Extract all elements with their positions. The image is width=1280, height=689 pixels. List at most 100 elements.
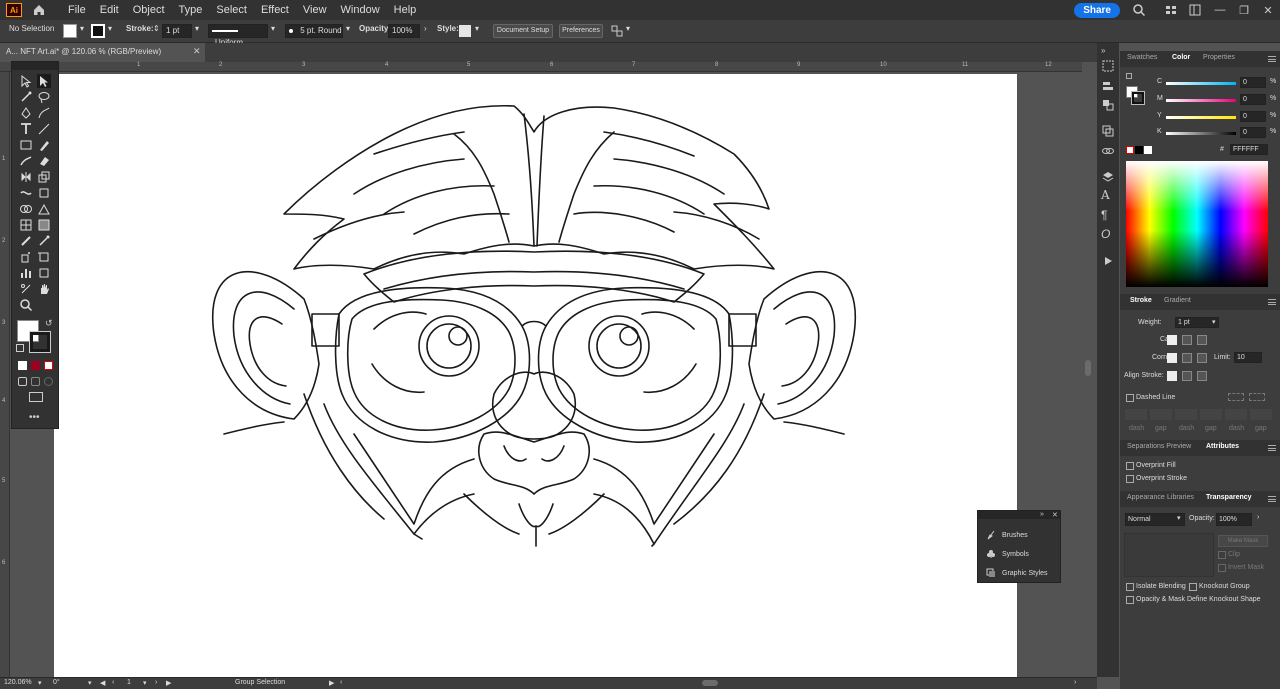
align-icon[interactable] xyxy=(1101,80,1115,94)
stepper-icon[interactable]: ⇕ xyxy=(153,24,160,33)
align-outside-icon[interactable] xyxy=(1197,371,1207,381)
home-icon[interactable] xyxy=(32,3,46,17)
selection-tool-icon[interactable] xyxy=(19,74,33,88)
menu-view[interactable]: View xyxy=(303,4,327,16)
hex-field[interactable]: FFFFFF xyxy=(1230,144,1268,155)
menu-object[interactable]: Object xyxy=(133,4,165,16)
chevron-down-icon[interactable]: ▾ xyxy=(1177,514,1181,522)
menu-select[interactable]: Select xyxy=(216,4,247,16)
butt-cap-icon[interactable] xyxy=(1167,335,1177,345)
black-swatch[interactable] xyxy=(1135,146,1143,154)
color-mode-icon[interactable] xyxy=(18,361,27,370)
round-join-icon[interactable] xyxy=(1182,353,1192,363)
gradient-mode-icon[interactable] xyxy=(31,361,40,370)
blend-tool-icon[interactable] xyxy=(37,234,51,248)
gap-field-1[interactable] xyxy=(1150,409,1172,420)
workspace-icon[interactable] xyxy=(1188,3,1202,17)
width-tool-icon[interactable] xyxy=(19,186,33,200)
type-tool-icon[interactable] xyxy=(19,122,33,136)
monkey-artwork[interactable] xyxy=(54,74,1017,677)
menu-edit[interactable]: Edit xyxy=(100,4,119,16)
align-inside-icon[interactable] xyxy=(1182,371,1192,381)
zoom-tool-icon[interactable] xyxy=(19,298,33,312)
stroke-swatch[interactable] xyxy=(91,24,105,38)
pathfinder-icon[interactable] xyxy=(1101,124,1115,138)
magenta-slider[interactable] xyxy=(1166,99,1236,102)
paragraph-icon[interactable]: ¶ xyxy=(1101,208,1115,222)
layers-icon[interactable] xyxy=(1101,170,1115,184)
stroke-color-swatch[interactable] xyxy=(29,331,51,353)
rectangle-tool-icon[interactable] xyxy=(19,138,33,152)
dash-field-2[interactable] xyxy=(1175,409,1197,420)
none-swatch[interactable] xyxy=(1126,146,1134,154)
chevron-right-icon[interactable]: › xyxy=(424,24,427,33)
panel-menu-icon[interactable] xyxy=(1268,445,1276,451)
white-swatch[interactable] xyxy=(1144,146,1152,154)
scale-tool-icon[interactable] xyxy=(37,170,51,184)
knockout-group-checkbox[interactable] xyxy=(1189,583,1197,591)
menu-type[interactable]: Type xyxy=(179,4,203,16)
limit-field[interactable]: 10 xyxy=(1234,352,1262,363)
gap-field-3[interactable] xyxy=(1250,409,1272,420)
more-tools-icon[interactable]: ••• xyxy=(29,412,40,423)
hand-tool-icon[interactable] xyxy=(37,282,51,296)
collapse-icon[interactable]: » xyxy=(1040,511,1044,518)
make-mask-button[interactable]: Make Mask xyxy=(1218,535,1268,547)
search-icon[interactable] xyxy=(1132,3,1146,17)
restore-icon[interactable]: ❐ xyxy=(1232,4,1256,17)
miter-join-icon[interactable] xyxy=(1167,353,1177,363)
bevel-join-icon[interactable] xyxy=(1197,353,1207,363)
screen-mode-icon[interactable] xyxy=(29,392,43,402)
draw-behind-icon[interactable] xyxy=(31,377,40,386)
chevron-down-icon[interactable]: ▾ xyxy=(1212,318,1216,326)
tab-appearance[interactable]: Appearance xyxy=(1127,494,1165,501)
vertical-scrollbar[interactable] xyxy=(1082,62,1094,677)
opacity-field[interactable]: 100% xyxy=(1216,513,1252,526)
gap-field-2[interactable] xyxy=(1200,409,1222,420)
document-tab[interactable]: A... NFT Art.ai* @ 120.06 % (RGB/Preview… xyxy=(0,43,205,62)
panel-stroke-swatch[interactable] xyxy=(1131,91,1145,105)
tab-transparency[interactable]: Transparency xyxy=(1206,494,1252,501)
opacity-field[interactable]: 100% xyxy=(388,24,420,38)
round-cap-icon[interactable] xyxy=(1182,335,1192,345)
chevron-down-icon[interactable]: ▾ xyxy=(108,24,112,33)
invert-mask-checkbox[interactable] xyxy=(1218,564,1226,572)
curvature-tool-icon[interactable] xyxy=(37,106,51,120)
brushes-item[interactable]: Brushes xyxy=(986,530,1028,540)
eraser-tool-icon[interactable] xyxy=(37,154,51,168)
opentype-icon[interactable]: O xyxy=(1101,227,1115,241)
black-slider[interactable] xyxy=(1166,132,1236,135)
eyedropper-tool-icon[interactable] xyxy=(19,234,33,248)
perspective-grid-tool-icon[interactable] xyxy=(37,202,51,216)
chevron-down-icon[interactable]: ▾ xyxy=(195,24,199,33)
artboards-icon[interactable] xyxy=(1101,59,1115,73)
dash-field-1[interactable] xyxy=(1125,409,1147,420)
blend-mode-select[interactable]: Normal xyxy=(1125,513,1185,526)
none-mode-icon[interactable] xyxy=(44,361,53,370)
isolate-blending-checkbox[interactable] xyxy=(1126,583,1134,591)
opacity-mask-knockout-checkbox[interactable] xyxy=(1126,596,1134,604)
style-swatch[interactable] xyxy=(459,25,471,37)
panel-header[interactable] xyxy=(978,511,1060,519)
document-setup-button[interactable]: Document Setup xyxy=(493,24,553,38)
default-colors-icon[interactable] xyxy=(16,344,24,352)
clip-checkbox[interactable] xyxy=(1218,551,1226,559)
pen-tool-icon[interactable] xyxy=(19,106,33,120)
artboard[interactable] xyxy=(54,74,1017,677)
menu-effect[interactable]: Effect xyxy=(261,4,289,16)
rotate-tool-icon[interactable] xyxy=(19,170,33,184)
menu-file[interactable]: File xyxy=(68,4,86,16)
menu-window[interactable]: Window xyxy=(341,4,380,16)
opacity-label[interactable]: Opacity: xyxy=(359,24,391,33)
slice-tool-icon[interactable] xyxy=(37,266,51,280)
tab-color[interactable]: Color xyxy=(1172,54,1190,61)
draw-normal-icon[interactable] xyxy=(18,377,27,386)
share-button[interactable]: Share xyxy=(1074,2,1120,18)
vertical-ruler[interactable]: 1 2 3 4 5 6 xyxy=(0,72,10,677)
color-spectrum[interactable] xyxy=(1126,161,1268,287)
brush-select[interactable]: 5 pt. Round xyxy=(285,24,343,38)
close-icon[interactable]: ✕ xyxy=(1256,4,1280,17)
symbol-sprayer-tool-icon[interactable] xyxy=(19,250,33,264)
cyan-value[interactable]: 0 xyxy=(1240,77,1266,88)
overprint-fill-checkbox[interactable] xyxy=(1126,462,1134,470)
